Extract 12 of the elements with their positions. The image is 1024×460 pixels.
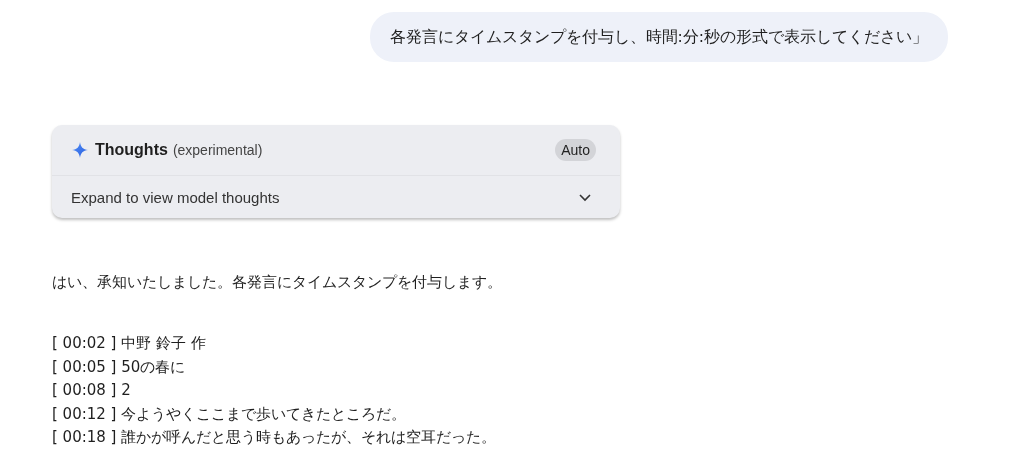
transcript-line: [ 00:12 ] 今ようやくここまで歩いてきたところだ。 (52, 403, 408, 425)
thoughts-title: Thoughts (95, 141, 168, 159)
transcript-line: [ 00:05 ] 50の春に (52, 356, 187, 378)
auto-badge: Auto (555, 139, 596, 161)
response-intro: はい、承知いたしました。各発言にタイムスタンプを付与します。 (52, 272, 503, 293)
sparkle-icon (72, 142, 88, 158)
transcript-line: [ 00:02 ] 中野 鈴子 作 (52, 333, 207, 354)
experimental-label: (experimental) (172, 142, 263, 158)
user-message: 各発言にタイムスタンプを付与し、時間:分:秒の形式で表示してください」 (369, 12, 948, 62)
expand-thoughts-button[interactable]: Expand to view model thoughts (52, 176, 620, 218)
transcript-line: [ 00:18 ] 誰かが呼んだと思う時もあったが、それは空耳だった。 (52, 427, 498, 448)
transcript-line: [ 00:08 ] 2 (52, 380, 132, 401)
